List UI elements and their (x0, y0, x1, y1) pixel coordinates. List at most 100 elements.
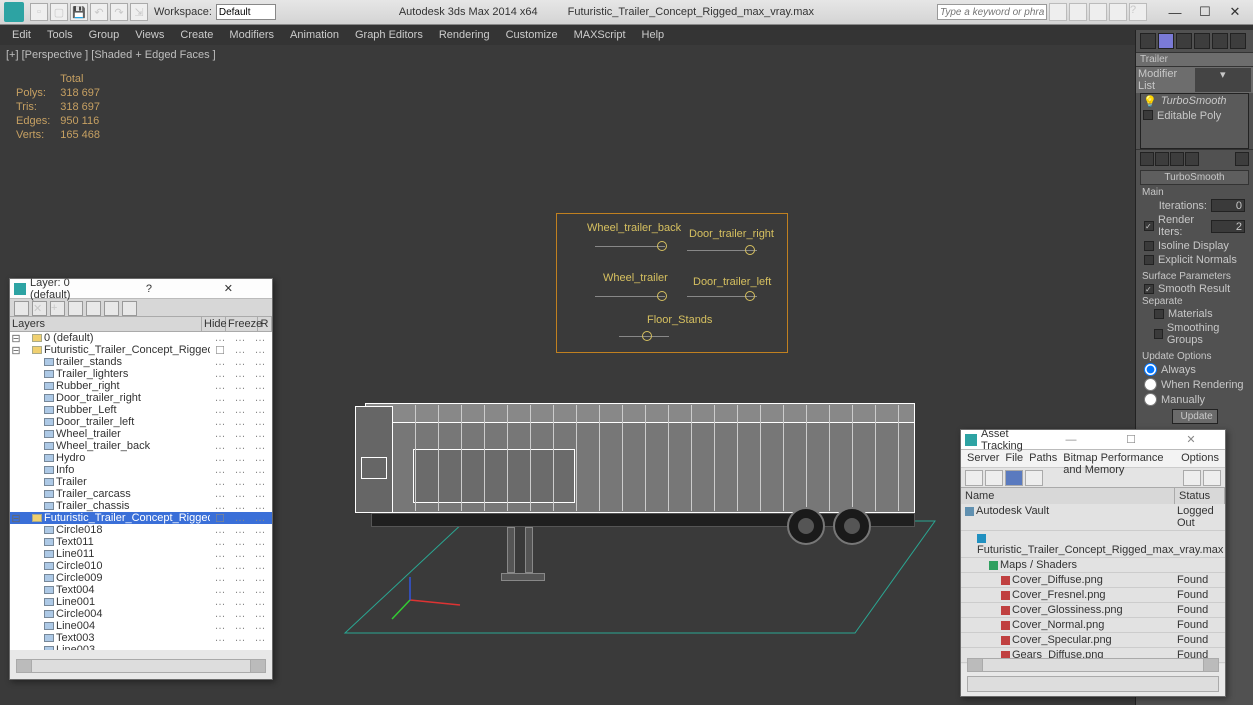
asset-view1-icon[interactable] (985, 470, 1003, 486)
menu-customize[interactable]: Customize (498, 27, 566, 43)
modifier-toggle[interactable] (1143, 110, 1153, 120)
smooth-result-check[interactable] (1144, 284, 1154, 294)
asset-row[interactable]: Cover_Normal.pngFound (961, 618, 1225, 633)
object-name-field[interactable]: Trailer (1136, 52, 1253, 67)
freeze-layer-icon[interactable] (122, 301, 137, 316)
sep-materials-check[interactable] (1154, 309, 1164, 319)
menu-modifiers[interactable]: Modifiers (221, 27, 282, 43)
qat-undo-icon[interactable]: ↶ (90, 3, 108, 21)
dialog-minimize-icon[interactable]: — (1041, 434, 1101, 446)
hide-layer-icon[interactable] (104, 301, 119, 316)
tab-display-icon[interactable] (1212, 33, 1228, 49)
asset-settings-icon[interactable] (1203, 470, 1221, 486)
modifier-turbosmooth[interactable]: TurboSmooth (1161, 95, 1227, 108)
configure-sets-icon[interactable] (1235, 152, 1249, 166)
qat-link-icon[interactable]: ⇲ (130, 3, 148, 21)
layer-row[interactable]: Door_trailer_left……… (10, 416, 272, 428)
layer-row[interactable]: Rubber_right……… (10, 380, 272, 392)
layer-dialog[interactable]: Layer: 0 (default) ? ✕ ✕ + Layers Hide F… (9, 278, 273, 680)
highlight-layer-icon[interactable] (86, 301, 101, 316)
layer-row[interactable]: Circle010……… (10, 560, 272, 572)
make-unique-icon[interactable] (1170, 152, 1184, 166)
layer-row[interactable]: trailer_stands……… (10, 356, 272, 368)
rollout-header[interactable]: TurboSmooth (1140, 170, 1249, 185)
tab-motion-icon[interactable] (1194, 33, 1210, 49)
layer-row[interactable]: Line011……… (10, 548, 272, 560)
layer-row[interactable]: Circle018……… (10, 524, 272, 536)
layer-row[interactable]: Trailer……… (10, 476, 272, 488)
menu-help[interactable]: Help (634, 27, 673, 43)
asset-menu-options[interactable]: Options (1181, 452, 1219, 465)
layer-row[interactable]: ⊟Futuristic_Trailer_Concept_Rigged_contr… (10, 512, 272, 524)
menu-edit[interactable]: Edit (4, 27, 39, 43)
asset-dialog-title[interactable]: Asset Tracking — ☐ ✕ (961, 430, 1225, 450)
remove-modifier-icon[interactable] (1185, 152, 1199, 166)
tab-hierarchy-icon[interactable] (1176, 33, 1192, 49)
viewport-label[interactable]: [+] [Perspective ] [Shaded + Edged Faces… (6, 49, 216, 61)
menu-create[interactable]: Create (172, 27, 221, 43)
help-icon[interactable]: ? (1129, 3, 1147, 21)
layer-tree[interactable]: ⊟0 (default)………⊟Futuristic_Trailer_Conce… (10, 332, 272, 650)
layer-row[interactable]: ⊟0 (default)……… (10, 332, 272, 344)
asset-hscroll[interactable] (967, 658, 1219, 672)
layer-row[interactable]: Circle004……… (10, 608, 272, 620)
asset-row[interactable]: Autodesk VaultLogged Out (961, 504, 1225, 531)
modifier-editable-poly[interactable]: Editable Poly (1157, 110, 1221, 122)
asset-tools-icon[interactable] (1183, 470, 1201, 486)
explicit-normals-check[interactable] (1144, 255, 1154, 265)
sep-sg-check[interactable] (1154, 329, 1163, 339)
update-manual-radio[interactable] (1144, 393, 1157, 406)
layer-row[interactable]: ⊟Futuristic_Trailer_Concept_Rigged☐…… (10, 344, 272, 356)
layer-row[interactable]: Wheel_trailer_back……… (10, 440, 272, 452)
iterations-spinner[interactable]: 0 (1211, 199, 1245, 212)
asset-row[interactable]: Cover_Diffuse.pngFound (961, 573, 1225, 588)
tab-utilities-icon[interactable] (1230, 33, 1246, 49)
signin-icon[interactable] (1089, 3, 1107, 21)
rig-handle-door-left[interactable] (745, 291, 755, 301)
rig-handle-wheel-back[interactable] (657, 241, 667, 251)
menu-views[interactable]: Views (127, 27, 172, 43)
asset-menu-paths[interactable]: Paths (1029, 452, 1057, 465)
layer-row[interactable]: Trailer_lighters……… (10, 368, 272, 380)
asset-menu-server[interactable]: Server (967, 452, 999, 465)
favorite-icon[interactable] (1109, 3, 1127, 21)
update-render-radio[interactable] (1144, 378, 1157, 391)
layer-row[interactable]: Wheel_trailer……… (10, 428, 272, 440)
dialog-close-icon[interactable]: ✕ (189, 282, 268, 295)
search-input[interactable] (937, 4, 1047, 20)
layer-row[interactable]: Text011……… (10, 536, 272, 548)
rig-handle-floor[interactable] (642, 331, 652, 341)
layer-dialog-title[interactable]: Layer: 0 (default) ? ✕ (10, 279, 272, 299)
dialog-help-icon[interactable]: ? (109, 283, 188, 295)
layer-row[interactable]: Text004……… (10, 584, 272, 596)
workspace-combo[interactable] (216, 4, 276, 20)
delete-layer-icon[interactable]: ✕ (32, 301, 47, 316)
asset-row[interactable]: Cover_Fresnel.pngFound (961, 588, 1225, 603)
qat-redo-icon[interactable]: ↷ (110, 3, 128, 21)
search-icon[interactable] (1049, 3, 1067, 21)
layer-row[interactable]: Trailer_chassis……… (10, 500, 272, 512)
new-layer-icon[interactable] (14, 301, 29, 316)
update-always-radio[interactable] (1144, 363, 1157, 376)
dialog-maximize-icon[interactable]: ☐ (1101, 433, 1161, 446)
layer-row[interactable]: Line004……… (10, 620, 272, 632)
maximize-button[interactable]: ☐ (1191, 3, 1219, 21)
layer-row[interactable]: Hydro……… (10, 452, 272, 464)
render-iters-spinner[interactable]: 2 (1211, 220, 1245, 233)
lightbulb-icon[interactable]: 💡 (1143, 95, 1157, 108)
asset-dialog[interactable]: Asset Tracking — ☐ ✕ ServerFilePathsBitm… (960, 429, 1226, 697)
menu-animation[interactable]: Animation (282, 27, 347, 43)
modifier-stack[interactable]: 💡 TurboSmooth Editable Poly (1140, 93, 1249, 149)
update-button[interactable]: Update (1172, 409, 1218, 424)
close-button[interactable]: ✕ (1221, 3, 1249, 21)
layer-row[interactable]: Line001……… (10, 596, 272, 608)
asset-view2-icon[interactable] (1005, 470, 1023, 486)
show-end-result-icon[interactable] (1155, 152, 1169, 166)
menu-maxscript[interactable]: MAXScript (566, 27, 634, 43)
menu-rendering[interactable]: Rendering (431, 27, 498, 43)
layer-row[interactable]: Rubber_Left……… (10, 404, 272, 416)
asset-row[interactable]: Futuristic_Trailer_Concept_Rigged_max_vr… (961, 531, 1225, 558)
add-to-layer-icon[interactable]: + (50, 301, 65, 316)
menu-group[interactable]: Group (81, 27, 128, 43)
rig-handle-wheel[interactable] (657, 291, 667, 301)
